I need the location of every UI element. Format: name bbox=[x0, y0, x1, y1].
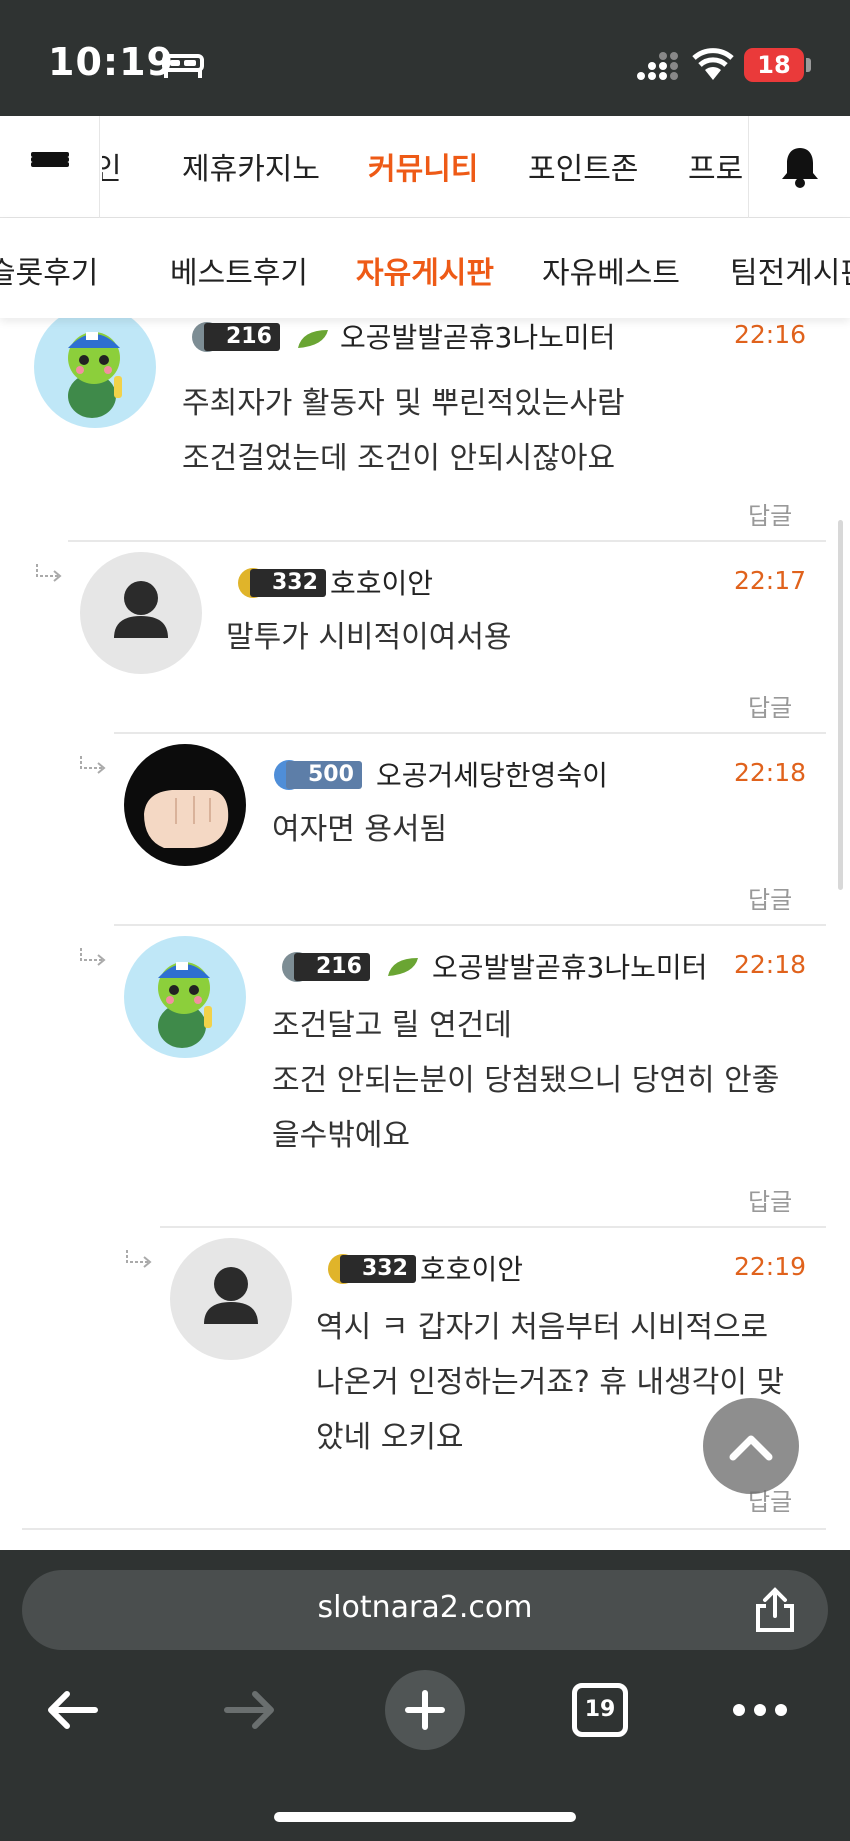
nav-item-point-zone[interactable]: 포인트존 bbox=[528, 144, 638, 188]
scroll-top-button[interactable] bbox=[703, 1398, 799, 1494]
comment-divider bbox=[22, 1528, 826, 1530]
address-bar[interactable]: slotnara2.com bbox=[22, 1570, 828, 1650]
comment-time: 22:19 bbox=[734, 1252, 807, 1281]
comment-time: 22:16 bbox=[734, 320, 807, 349]
default-avatar[interactable] bbox=[80, 552, 202, 674]
battery-tip bbox=[806, 58, 811, 72]
nav-item-partial[interactable]: 인 bbox=[102, 144, 122, 188]
default-avatar[interactable] bbox=[170, 1238, 292, 1360]
category-tabs: 인 제휴카지노 커뮤니티 포인트존 프로 bbox=[102, 116, 748, 218]
signal-icon bbox=[637, 52, 678, 80]
comment-time: 22:17 bbox=[734, 566, 807, 595]
home-indicator bbox=[274, 1812, 576, 1822]
reply-arrow-icon bbox=[36, 564, 62, 582]
board-tabs: 슬롯후기 베스트후기 자유게시판 자유베스트 팀전게시판 bbox=[0, 218, 850, 318]
comment-author[interactable]: 오공발발곧휴3나노미터 bbox=[432, 946, 707, 986]
level-badge: 332 bbox=[328, 1254, 416, 1284]
comment-author[interactable]: 오공발발곧휴3나노미터 bbox=[340, 316, 615, 356]
reply-arrow-icon bbox=[80, 756, 106, 774]
back-button[interactable] bbox=[32, 1670, 112, 1750]
comment-time: 22:18 bbox=[734, 758, 807, 787]
chevron-up-icon bbox=[729, 1435, 773, 1461]
tabs-button[interactable]: 19 bbox=[560, 1670, 640, 1750]
turtle-avatar[interactable] bbox=[34, 306, 156, 428]
top-nav: 인 제휴카지노 커뮤니티 포인트존 프로 bbox=[0, 116, 850, 218]
level-badge: 332 bbox=[238, 568, 326, 598]
sub-tab-free-board[interactable]: 자유게시판 bbox=[356, 248, 494, 292]
reply-arrow-icon bbox=[80, 948, 106, 966]
level-badge: 216 bbox=[192, 322, 280, 352]
comment-text: 주최자가 활동자 및 뿌린적있는사람 조건걸었는데 조건이 안되시잖아요 bbox=[182, 386, 625, 476]
wifi-icon bbox=[692, 48, 734, 80]
plus-icon bbox=[405, 1690, 445, 1730]
comment-list: 216 오공발발곧휴3나노미터 22:16 주최자가 활동자 및 뿌린적있는사람… bbox=[0, 300, 850, 1550]
nav-item-community[interactable]: 커뮤니티 bbox=[368, 144, 478, 188]
leaf-icon bbox=[388, 958, 418, 976]
battery-icon: 18 bbox=[744, 48, 804, 82]
nav-item-more[interactable]: 프로 bbox=[688, 144, 743, 188]
sub-tab-slot-reviews[interactable]: 슬롯후기 bbox=[0, 248, 98, 292]
share-icon[interactable] bbox=[752, 1586, 798, 1634]
more-button[interactable] bbox=[720, 1670, 800, 1750]
leaf-icon bbox=[298, 330, 328, 348]
level-badge: 500 bbox=[274, 760, 362, 790]
reply-button[interactable]: 답글 bbox=[748, 880, 792, 915]
page-scrollbar[interactable] bbox=[838, 520, 843, 890]
more-dots-icon bbox=[733, 1704, 787, 1716]
comment-item: 500 오공거세당한영숙이 22:18 여자면 용서됨 답글 bbox=[0, 734, 850, 926]
new-tab-button[interactable] bbox=[385, 1670, 465, 1750]
browser-toolbar: slotnara2.com 19 bbox=[0, 1550, 850, 1841]
arrow-left-icon bbox=[48, 1691, 98, 1729]
sub-tab-best-reviews[interactable]: 베스트후기 bbox=[170, 248, 308, 292]
comment-item: 216 오공발발곧휴3나노미터 22:18 조건달고 릴 연건데 조건 안되는분… bbox=[0, 926, 850, 1226]
comment-item: 216 오공발발곧휴3나노미터 22:16 주최자가 활동자 및 뿌린적있는사람… bbox=[0, 300, 850, 540]
hamburger-icon bbox=[30, 152, 69, 182]
sub-tab-team-board[interactable]: 팀전게시판 bbox=[730, 248, 850, 292]
comment-item: 332 호호이안 22:17 말투가 시비적이여서용 답글 bbox=[0, 542, 850, 734]
comment-time: 22:18 bbox=[734, 950, 807, 979]
comment-author[interactable]: 호호이안 bbox=[420, 1248, 523, 1288]
reply-arrow-icon bbox=[126, 1250, 152, 1268]
reply-button[interactable]: 답글 bbox=[748, 688, 792, 723]
notification-button[interactable] bbox=[748, 116, 850, 218]
reply-button[interactable]: 답글 bbox=[748, 496, 792, 531]
status-time: 10:19 bbox=[48, 40, 174, 84]
status-bar: 10:19 18 bbox=[0, 0, 850, 116]
forward-button[interactable] bbox=[210, 1670, 290, 1750]
comment-text: 여자면 용서됨 bbox=[272, 812, 448, 847]
screen: 10:19 18 인 제휴카지노 커뮤니티 포인트존 프로 슬롯후기 베스트후기… bbox=[0, 0, 850, 1841]
fist-avatar[interactable] bbox=[124, 744, 246, 866]
turtle-avatar[interactable] bbox=[124, 936, 246, 1058]
level-badge: 216 bbox=[282, 952, 370, 982]
comment-text: 말투가 시비적이여서용 bbox=[226, 620, 512, 655]
sub-tab-free-best[interactable]: 자유베스트 bbox=[542, 248, 680, 292]
comment-author[interactable]: 호호이안 bbox=[330, 562, 433, 602]
arrow-right-icon bbox=[224, 1691, 274, 1729]
bell-icon bbox=[781, 148, 818, 188]
comment-author[interactable]: 오공거세당한영숙이 bbox=[376, 754, 608, 794]
bed-icon bbox=[162, 54, 204, 78]
nav-item-partner-casino[interactable]: 제휴카지노 bbox=[182, 144, 320, 188]
comment-text: 조건달고 릴 연건데 조건 안되는분이 당첨됐으니 당연히 안좋 을수밖에요 bbox=[272, 1008, 780, 1153]
reply-button[interactable]: 답글 bbox=[748, 1182, 792, 1217]
url-text: slotnara2.com bbox=[317, 1590, 533, 1625]
tab-count: 19 bbox=[572, 1683, 628, 1737]
menu-button[interactable] bbox=[0, 116, 100, 218]
